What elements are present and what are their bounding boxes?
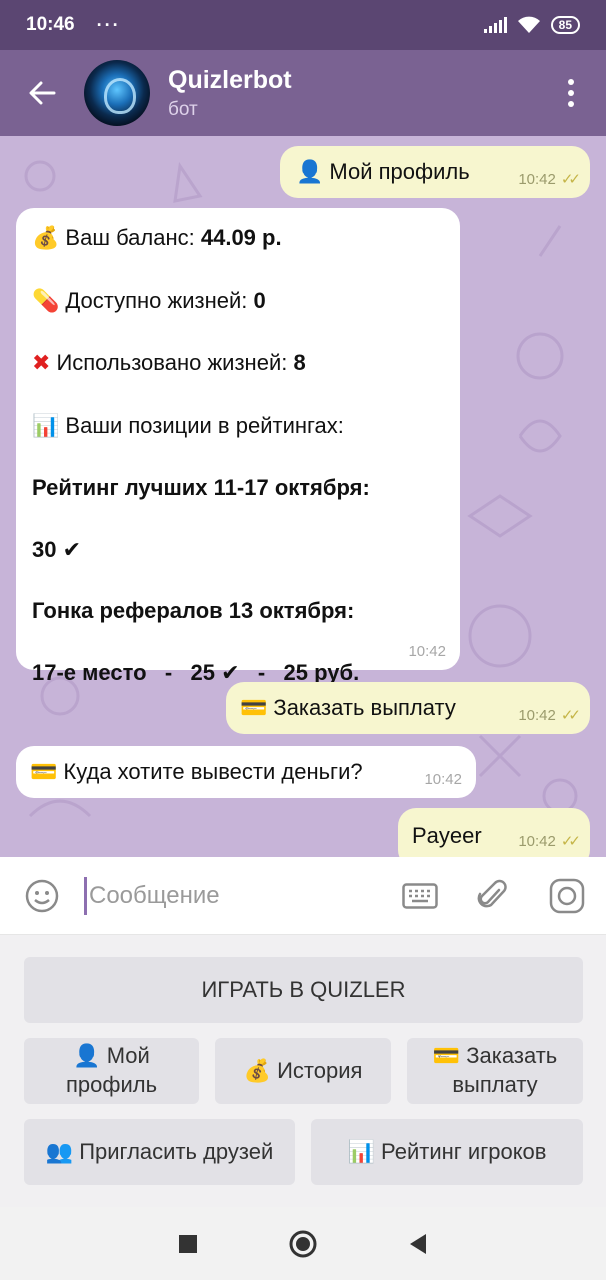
- balance-label: Ваш баланс:: [65, 225, 201, 250]
- smiley-icon: [25, 879, 59, 912]
- used-lives-value: 8: [293, 350, 306, 375]
- double-check-icon: ✓✓: [560, 707, 581, 725]
- incoming-message[interactable]: 💳 Куда хотите вывести деньги? 10:42: [16, 746, 476, 798]
- rating-title: Рейтинг лучших 11-17 октября:: [32, 475, 370, 500]
- profile-icon: 👤: [296, 160, 324, 185]
- pill-icon: 💊: [32, 288, 60, 314]
- text-cursor: [84, 876, 87, 915]
- race-title: Гонка рефералов 13 октября:: [32, 598, 355, 623]
- my-profile-button[interactable]: 👤 Мой профиль: [24, 1038, 199, 1104]
- battery-icon: 85: [550, 16, 580, 34]
- chat-title-block[interactable]: Quizlerbot бот: [168, 66, 292, 121]
- message-text: Payeer: [412, 823, 482, 848]
- message-text: Куда хотите вывести деньги?: [63, 759, 363, 784]
- attach-button[interactable]: [456, 878, 528, 914]
- message-time: 10:42: [518, 707, 556, 725]
- rating-value: 30 ✔: [32, 536, 82, 562]
- notification-dots: ···: [96, 14, 121, 35]
- keyboard-icon: [402, 882, 438, 909]
- recents-square-icon[interactable]: [178, 1234, 198, 1254]
- invite-friends-button[interactable]: 👥 Пригласить друзей: [24, 1119, 295, 1185]
- chat-subtitle: бот: [168, 98, 198, 120]
- money-bag-icon: 💰: [32, 226, 60, 251]
- chat-area[interactable]: 👤 Мой профиль 10:42 ✓✓ 💰 Ваш баланс: 44.09 …: [0, 136, 606, 857]
- status-bar: 10:46 ··· 85: [0, 0, 606, 50]
- message-input-bar: Сообщение: [0, 857, 606, 935]
- camera-button[interactable]: [528, 878, 606, 914]
- wifi-icon: [517, 16, 540, 33]
- bot-keyboard-button[interactable]: [384, 882, 456, 909]
- used-lives-label: Использовано жизней:: [56, 350, 294, 375]
- message-time: 10:42: [518, 171, 556, 189]
- chat-title: Quizlerbot: [168, 65, 292, 94]
- more-menu-icon[interactable]: [536, 50, 606, 136]
- request-payout-button[interactable]: 💳 Заказать выплату: [407, 1038, 583, 1104]
- request-payout-label-2: выплату: [452, 1072, 538, 1097]
- back-triangle-icon[interactable]: [408, 1233, 428, 1255]
- avatar[interactable]: [84, 60, 150, 126]
- message-meta: 10:42 ✓✓: [518, 833, 581, 852]
- emoji-button[interactable]: [0, 878, 84, 914]
- credit-card-icon: 💳: [30, 760, 58, 785]
- cross-icon: ✖: [32, 351, 51, 376]
- signal-icon: [483, 17, 507, 33]
- message-meta: 10:42 ✓✓: [518, 171, 581, 190]
- double-check-icon: ✓✓: [560, 171, 581, 189]
- lives-label: Доступно жизней:: [65, 287, 254, 313]
- camera-icon: [549, 878, 585, 913]
- system-navigation-bar: [0, 1207, 606, 1280]
- back-button[interactable]: [0, 50, 84, 136]
- message-input[interactable]: Сообщение: [89, 882, 220, 910]
- message-time: 10:42: [518, 833, 556, 851]
- message-time: 10:42: [424, 771, 462, 789]
- request-payout-label-1: 💳 Заказать: [432, 1043, 558, 1069]
- positions-label: Ваши позиции в рейтингах:: [65, 412, 344, 438]
- back-arrow-icon: [29, 81, 56, 105]
- credit-card-icon: 💳: [240, 696, 268, 721]
- message-text: Заказать выплату: [273, 695, 456, 720]
- incoming-message[interactable]: 💰 Ваш баланс: 44.09 р. 💊 Доступно жизней: …: [16, 208, 460, 685]
- play-quizler-button[interactable]: ИГРАТЬ В QUIZLER: [24, 957, 583, 1023]
- message-meta: 10:42 ✓✓: [518, 707, 581, 726]
- bot-reply-keyboard: ИГРАТЬ В QUIZLER 👤 Мой профиль 💰 История…: [0, 935, 606, 1207]
- message-time: 10:42: [408, 643, 446, 661]
- history-button[interactable]: 💰 История: [215, 1038, 391, 1104]
- message-text: Мой профиль: [329, 159, 470, 184]
- player-rating-button[interactable]: 📊 Рейтинг игроков: [311, 1119, 583, 1185]
- outgoing-message[interactable]: Payeer 10:42 ✓✓: [398, 808, 590, 857]
- status-icons: 85: [483, 16, 580, 34]
- my-profile-label-1: 👤 Мой: [73, 1043, 150, 1069]
- outgoing-message[interactable]: 💳 Заказать выплату 10:42 ✓✓: [226, 682, 590, 734]
- bar-chart-icon: 📊: [32, 413, 60, 439]
- chat-header: Quizlerbot бот: [0, 50, 606, 136]
- my-profile-label-2: профиль: [65, 1072, 158, 1097]
- lives-value: 0: [253, 287, 266, 313]
- home-circle-icon[interactable]: [288, 1229, 318, 1259]
- double-check-icon: ✓✓: [560, 833, 581, 851]
- outgoing-message[interactable]: 👤 Мой профиль 10:42 ✓✓: [280, 146, 590, 198]
- paperclip-icon: [477, 879, 507, 907]
- balance-value: 44.09 р.: [200, 225, 282, 250]
- status-time: 10:46: [26, 14, 75, 35]
